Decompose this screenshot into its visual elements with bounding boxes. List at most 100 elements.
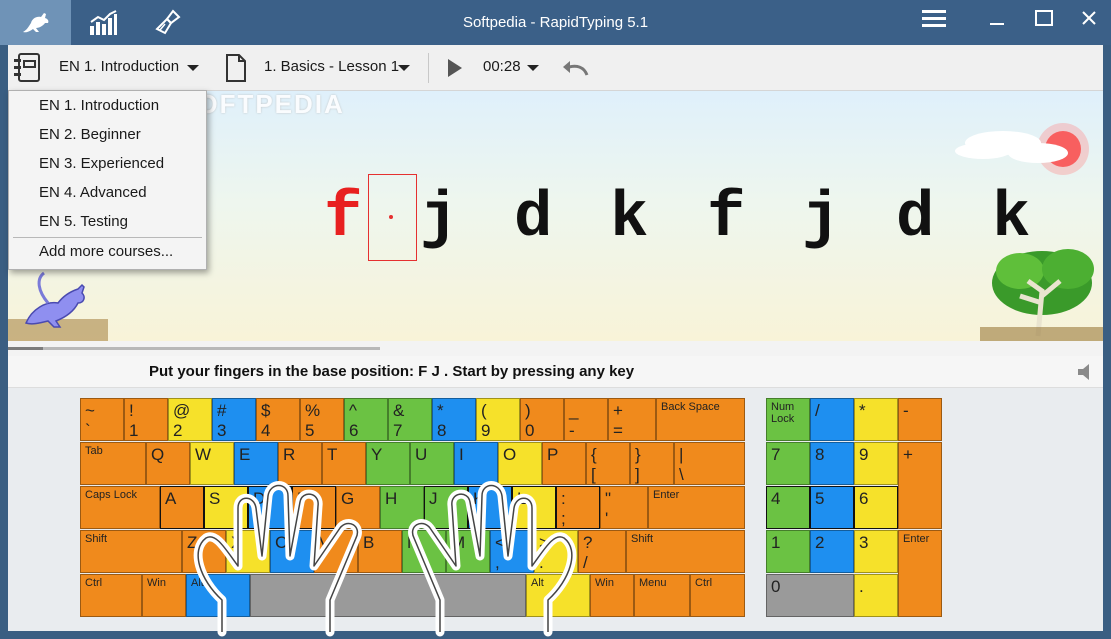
minimize-button[interactable]: [974, 0, 1019, 35]
key-numpad-11[interactable]: 1: [766, 530, 810, 573]
key-row4-0[interactable]: Shift: [80, 530, 182, 573]
menu-item-course-5[interactable]: EN 5. Testing: [9, 207, 206, 236]
key-numpad-0[interactable]: Num Lock: [766, 398, 810, 441]
key-row4-4[interactable]: V: [314, 530, 358, 573]
key-row2-3[interactable]: E: [234, 442, 278, 485]
key-row1-12[interactable]: + =: [608, 398, 656, 441]
key-row1-0[interactable]: ~ `: [80, 398, 124, 441]
key-row5-2[interactable]: Alt: [186, 574, 250, 617]
key-row3-1[interactable]: A: [160, 486, 204, 529]
key-row4-5[interactable]: B: [358, 530, 402, 573]
key-row1-2[interactable]: @2: [168, 398, 212, 441]
key-row1-6[interactable]: ^ 6: [344, 398, 388, 441]
pending-char: d: [896, 183, 935, 255]
key-row2-13[interactable]: | \: [674, 442, 745, 485]
key-numpad-7[interactable]: +: [898, 442, 942, 529]
key-numpad-6[interactable]: 9: [854, 442, 898, 485]
timer-select[interactable]: 00:28: [483, 58, 521, 75]
key-row5-7[interactable]: Ctrl: [690, 574, 745, 617]
key-row2-12[interactable]: }]: [630, 442, 674, 485]
key-numpad-9[interactable]: 5: [810, 486, 854, 529]
key-row4-2[interactable]: X: [226, 530, 270, 573]
menu-item-course-2[interactable]: EN 2. Beginner: [9, 120, 206, 149]
key-row3-2[interactable]: S: [204, 486, 248, 529]
key-row4-9[interactable]: >.: [534, 530, 578, 573]
key-row4-8[interactable]: <,: [490, 530, 534, 573]
key-row3-12[interactable]: Enter: [648, 486, 745, 529]
key-row5-1[interactable]: Win: [142, 574, 186, 617]
key-row5-0[interactable]: Ctrl: [80, 574, 142, 617]
key-row5-6[interactable]: Menu: [634, 574, 690, 617]
key-row2-5[interactable]: T: [322, 442, 366, 485]
key-numpad-16[interactable]: .: [854, 574, 898, 617]
key-row1-11[interactable]: _ -: [564, 398, 608, 441]
undo-icon[interactable]: [561, 57, 589, 79]
lesson-select[interactable]: 1. Basics - Lesson 1: [264, 58, 399, 75]
key-row2-0[interactable]: Tab: [80, 442, 146, 485]
key-row3-10[interactable]: :;: [556, 486, 600, 529]
key-row5-4[interactable]: Alt: [526, 574, 590, 617]
key-row2-6[interactable]: Y: [366, 442, 410, 485]
key-row3-0[interactable]: Caps Lock: [80, 486, 160, 529]
key-numpad-5[interactable]: 8: [810, 442, 854, 485]
key-row2-1[interactable]: Q: [146, 442, 190, 485]
key-row5-5[interactable]: Win: [590, 574, 634, 617]
speaker-icon[interactable]: [1075, 361, 1097, 383]
key-numpad-12[interactable]: 2: [810, 530, 854, 573]
key-numpad-4[interactable]: 7: [766, 442, 810, 485]
key-row4-6[interactable]: N: [402, 530, 446, 573]
key-row2-10[interactable]: P: [542, 442, 586, 485]
key-numpad-3[interactable]: -: [898, 398, 942, 441]
key-row3-3[interactable]: D: [248, 486, 292, 529]
course-dropdown-caret[interactable]: [187, 65, 199, 71]
key-row2-8[interactable]: I: [454, 442, 498, 485]
hamburger-menu-button[interactable]: [911, 0, 956, 38]
key-numpad-10[interactable]: 6: [854, 486, 898, 529]
key-row2-2[interactable]: W: [190, 442, 234, 485]
key-row3-6[interactable]: H: [380, 486, 424, 529]
key-numpad-14[interactable]: Enter: [898, 530, 942, 617]
key-row1-10[interactable]: ) 0: [520, 398, 564, 441]
key-row2-11[interactable]: {[: [586, 442, 630, 485]
key-row2-7[interactable]: U: [410, 442, 454, 485]
key-row3-4[interactable]: F: [292, 486, 336, 529]
key-label: I: [459, 445, 464, 464]
key-numpad-8[interactable]: 4: [766, 486, 810, 529]
course-select[interactable]: EN 1. Introduction: [59, 58, 179, 75]
key-row1-8[interactable]: * 8: [432, 398, 476, 441]
key-row2-9[interactable]: O: [498, 442, 542, 485]
key-row3-9[interactable]: L: [512, 486, 556, 529]
menu-item-course-4[interactable]: EN 4. Advanced: [9, 178, 206, 207]
lesson-dropdown-caret[interactable]: [398, 65, 410, 71]
key-numpad-13[interactable]: 3: [854, 530, 898, 573]
key-numpad-15[interactable]: 0: [766, 574, 854, 617]
key-row1-9[interactable]: (9: [476, 398, 520, 441]
key-row4-10[interactable]: ? /: [578, 530, 626, 573]
close-button[interactable]: [1066, 0, 1111, 35]
key-row4-1[interactable]: Z: [182, 530, 226, 573]
key-row1-7[interactable]: & 7: [388, 398, 432, 441]
key-row1-4[interactable]: $4: [256, 398, 300, 441]
key-row2-4[interactable]: R: [278, 442, 322, 485]
menu-item-course-3[interactable]: EN 3. Experienced: [9, 149, 206, 178]
play-icon[interactable]: [447, 58, 463, 78]
maximize-button[interactable]: [1021, 0, 1066, 35]
timer-dropdown-caret[interactable]: [527, 65, 539, 71]
key-row3-5[interactable]: G: [336, 486, 380, 529]
key-row4-11[interactable]: Shift: [626, 530, 745, 573]
key-row1-5[interactable]: % 5: [300, 398, 344, 441]
key-row3-8[interactable]: K: [468, 486, 512, 529]
key-row3-7[interactable]: J: [424, 486, 468, 529]
key-row5-3[interactable]: [250, 574, 526, 617]
menu-item-add-courses[interactable]: Add more courses...: [9, 237, 206, 266]
key-row1-3[interactable]: #3: [212, 398, 256, 441]
key-row1-13[interactable]: Back Space: [656, 398, 745, 441]
key-label: Q: [151, 445, 165, 464]
key-numpad-2[interactable]: *: [854, 398, 898, 441]
key-numpad-1[interactable]: /: [810, 398, 854, 441]
key-row1-1[interactable]: ! 1: [124, 398, 168, 441]
key-row4-3[interactable]: C: [270, 530, 314, 573]
menu-item-course-1[interactable]: EN 1. Introduction: [9, 91, 206, 120]
key-row4-7[interactable]: M: [446, 530, 490, 573]
key-row3-11[interactable]: " ': [600, 486, 648, 529]
